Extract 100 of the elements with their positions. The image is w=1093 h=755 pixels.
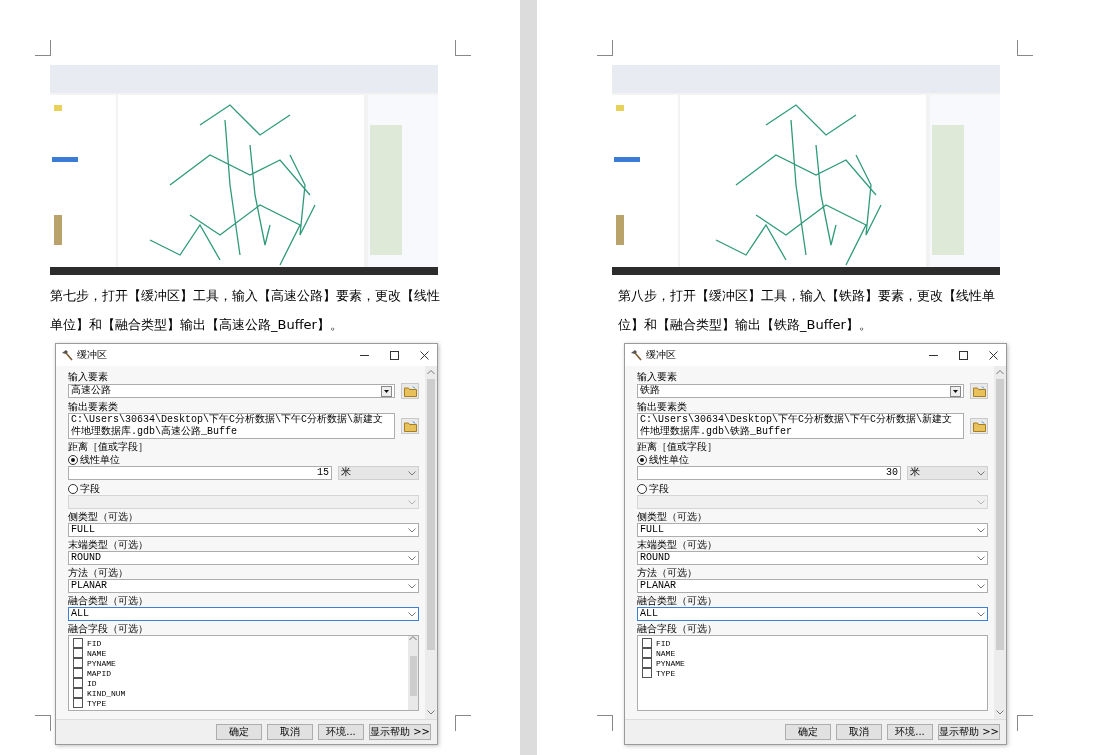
radio-option[interactable]: 线性单位 <box>68 453 419 466</box>
minimize-icon <box>928 354 938 356</box>
checkbox-item[interactable]: TYPE <box>642 668 983 678</box>
combo-value: 铁路 <box>640 385 661 397</box>
option-dropdown[interactable]: PLANAR <box>68 579 419 593</box>
chevron-down-icon <box>408 527 416 533</box>
caret-icon <box>384 389 389 393</box>
field-label: 融合类型（可选） <box>68 595 149 607</box>
chevron-down-icon <box>408 499 416 505</box>
minimize-icon <box>359 354 369 356</box>
folder-icon <box>403 420 417 432</box>
radio-option[interactable]: 线性单位 <box>637 453 988 466</box>
field-label: 侧类型（可选） <box>68 511 139 523</box>
option-dropdown[interactable]: FULL <box>68 523 419 537</box>
option-dropdown[interactable]: ALL <box>68 607 419 621</box>
hammer-icon <box>630 349 642 361</box>
field-label: 输入要素 <box>637 371 678 383</box>
unit-dropdown[interactable]: 米 <box>338 466 419 480</box>
browse-button[interactable] <box>401 383 419 399</box>
corner-mark <box>1017 715 1033 731</box>
distance-field[interactable]: 30 <box>637 466 901 480</box>
dialog-title: 缓冲区 <box>646 348 677 362</box>
checkbox-item[interactable]: MAPID <box>73 668 404 678</box>
environments-button[interactable]: 环境... <box>318 724 364 740</box>
field-label: 末端类型（可选） <box>68 539 149 551</box>
chevron-up-icon <box>427 370 435 375</box>
checkbox-item[interactable]: KIND_NUM <box>73 688 404 698</box>
chevron-down-icon <box>408 470 416 476</box>
option-dropdown[interactable]: ROUND <box>637 551 988 565</box>
combo-value: 高速公路 <box>71 385 112 397</box>
checkbox-item[interactable]: NAME <box>73 648 404 658</box>
field-label: 距离［值或字段］ <box>68 441 149 453</box>
corner-mark <box>455 715 471 731</box>
field-label: 方法（可选） <box>68 567 129 579</box>
field-label: 末端类型（可选） <box>637 539 718 551</box>
ok-button[interactable]: 确定 <box>785 724 831 740</box>
maximize-icon <box>389 350 399 360</box>
corner-mark <box>597 40 613 56</box>
browse-button[interactable] <box>970 383 988 399</box>
field-label: 输出要素类 <box>637 401 688 413</box>
chevron-up-icon <box>996 370 1004 375</box>
output-path-field[interactable]: C:\Users\30634\Desktop\下午C分析数据\下午C分析数据\新建文件地理数据库.gdb\铁路_Buffer <box>637 413 964 439</box>
folder-icon <box>972 385 986 397</box>
field-label: 融合字段（可选） <box>68 623 149 635</box>
dropdown-button[interactable] <box>950 385 961 397</box>
checkbox-item[interactable]: PYNAME <box>73 658 404 668</box>
cancel-button[interactable]: 取消 <box>267 724 313 740</box>
chevron-down-icon <box>408 583 416 589</box>
list-scrollbar[interactable] <box>408 636 418 710</box>
field-label: 融合类型（可选） <box>637 595 718 607</box>
option-dropdown[interactable]: PLANAR <box>637 579 988 593</box>
close-icon <box>988 350 998 360</box>
radio-option[interactable]: 字段 <box>68 482 419 495</box>
field-label: 侧类型（可选） <box>637 511 708 523</box>
option-dropdown[interactable]: FULL <box>637 523 988 537</box>
checkbox-item[interactable]: ID <box>73 678 404 688</box>
step-instruction: 第八步，打开【缓冲区】工具，输入【铁路】要素，更改【线性单位】和【融合类型】输出【铁路_Buffer】。 <box>618 287 996 334</box>
checkbox-item[interactable]: NAME <box>642 648 983 658</box>
option-dropdown[interactable]: ROUND <box>68 551 419 565</box>
checkbox-item[interactable]: TYPE <box>73 698 404 708</box>
dropdown-button[interactable] <box>381 385 392 397</box>
field-dropdown[interactable] <box>68 495 419 509</box>
input-combo[interactable]: 铁路 <box>637 384 964 398</box>
option-dropdown[interactable]: ALL <box>637 607 988 621</box>
ok-button[interactable]: 确定 <box>216 724 262 740</box>
dialog-title: 缓冲区 <box>77 348 108 362</box>
unit-dropdown[interactable]: 米 <box>907 466 988 480</box>
checkbox-item[interactable]: PYNAME <box>642 658 983 668</box>
cancel-button[interactable]: 取消 <box>836 724 882 740</box>
checkbox-item[interactable]: FID <box>642 638 983 648</box>
field-label: 输出要素类 <box>68 401 119 413</box>
scrollbar[interactable] <box>994 366 1006 719</box>
scrollbar[interactable] <box>425 366 437 719</box>
chevron-down-icon <box>977 527 985 533</box>
browse-button[interactable] <box>401 418 419 434</box>
step-instruction: 第七步，打开【缓冲区】工具，输入【高速公路】要素，更改【线性单位】和【融合类型】输出【高速公路_Buffer】。 <box>50 287 441 334</box>
distance-field[interactable]: 15 <box>68 466 332 480</box>
input-combo[interactable]: 高速公路 <box>68 384 395 398</box>
field-label: 方法（可选） <box>637 567 698 579</box>
show-help-button[interactable]: 显示帮助 >> <box>369 724 431 740</box>
environments-button[interactable]: 环境... <box>887 724 933 740</box>
radio-option[interactable]: 字段 <box>637 482 988 495</box>
maximize-icon <box>958 350 968 360</box>
corner-mark <box>35 40 51 56</box>
chevron-down-icon <box>977 499 985 505</box>
corner-mark <box>597 715 613 731</box>
corner-mark <box>35 715 51 731</box>
chevron-down-icon <box>408 555 416 561</box>
show-help-button[interactable]: 显示帮助 >> <box>938 724 1000 740</box>
field-label: 融合字段（可选） <box>637 623 718 635</box>
checkbox-item[interactable]: FID <box>73 638 404 648</box>
field-label: 距离［值或字段］ <box>637 441 718 453</box>
chevron-down-icon <box>977 583 985 589</box>
chevron-down-icon <box>977 611 985 617</box>
output-path-field[interactable]: C:\Users\30634\Desktop\下午C分析数据\下午C分析数据\新建文件地理数据库.gdb\高速公路_Buffe <box>68 413 395 439</box>
field-label: 输入要素 <box>68 371 109 383</box>
corner-mark <box>455 40 471 56</box>
field-dropdown[interactable] <box>637 495 988 509</box>
browse-button[interactable] <box>970 418 988 434</box>
chevron-up-icon <box>409 636 417 641</box>
